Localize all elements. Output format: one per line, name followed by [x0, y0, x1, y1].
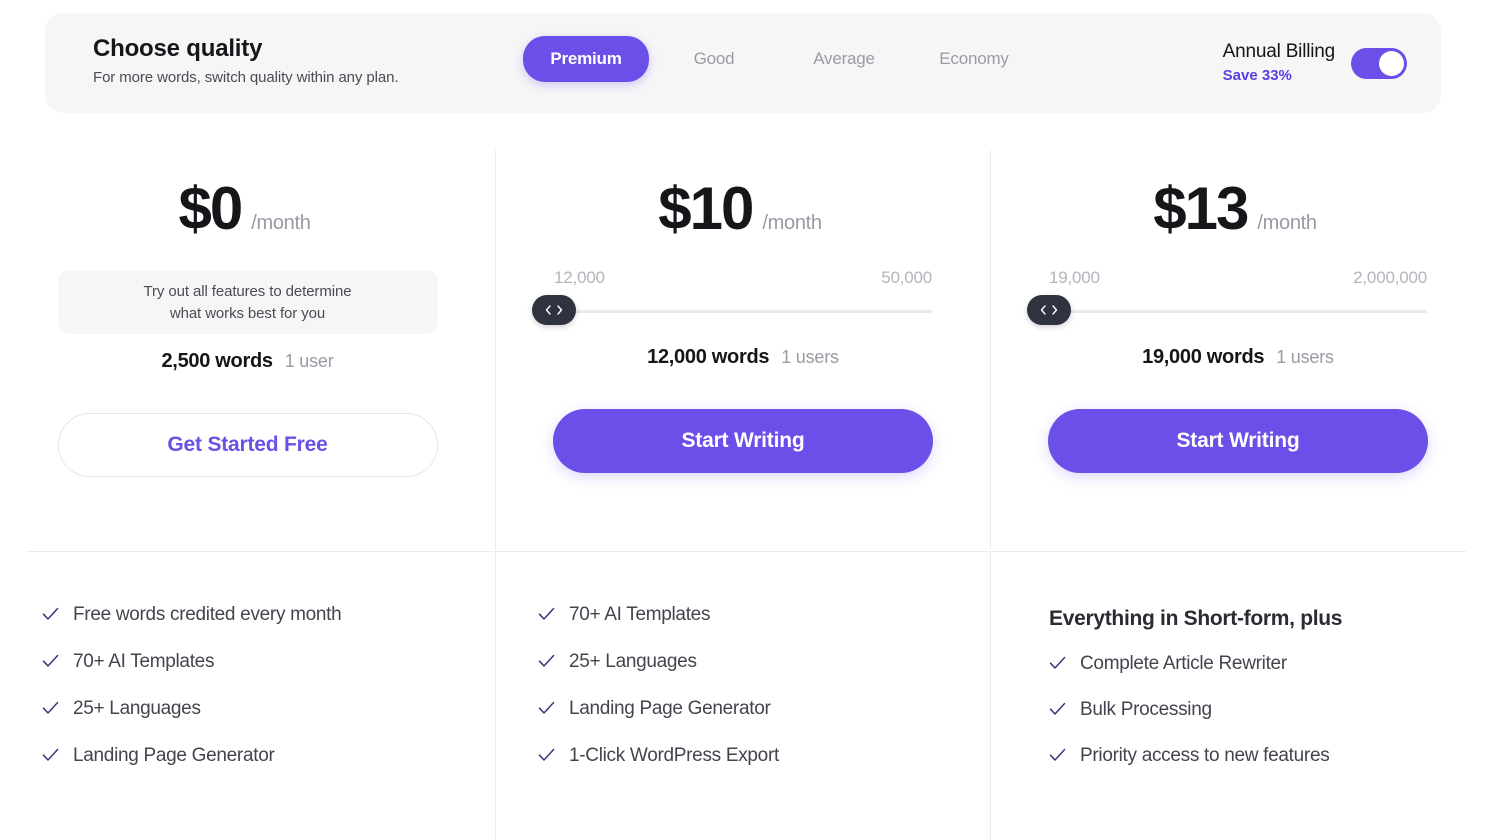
- slider-handle[interactable]: [532, 295, 576, 325]
- check-icon: [1049, 745, 1066, 765]
- feature-label: Free words credited every month: [73, 604, 342, 625]
- slider-max-label: 50,000: [881, 268, 932, 287]
- quality-tab-average[interactable]: Average: [779, 37, 909, 81]
- price-period: /month: [762, 212, 822, 234]
- slider-min-label: 12,000: [554, 268, 605, 287]
- quality-tab-premium[interactable]: Premium: [523, 36, 649, 82]
- usage-words: 12,000 words: [647, 346, 770, 368]
- quality-title: Choose quality: [93, 35, 263, 62]
- list-item: Complete Article Rewriter: [1049, 653, 1467, 674]
- free-plan-info-text: Try out all features to determine what w…: [144, 281, 352, 325]
- toggle-knob: [1379, 50, 1404, 76]
- plan-columns-top: $0 /month Try out all features to determ…: [0, 150, 1486, 550]
- price-amount: $10: [658, 175, 754, 242]
- plan-column-short-form: $10 /month 12,000 50,000 12,000 words 1 …: [495, 150, 990, 550]
- usage-words: 2,500 words: [161, 350, 273, 372]
- features-column-short-form: 70+ AI Templates 25+ Languages Landing P…: [495, 552, 990, 840]
- price-period: /month: [251, 212, 311, 234]
- feature-label: 1-Click WordPress Export: [569, 745, 779, 766]
- list-item: Free words credited every month: [42, 604, 477, 625]
- list-item: 25+ Languages: [538, 651, 972, 672]
- feature-label: Bulk Processing: [1080, 699, 1212, 720]
- pricing-page: Choose quality For more words, switch qu…: [0, 0, 1486, 840]
- list-item: Bulk Processing: [1049, 699, 1467, 720]
- quality-tab-good[interactable]: Good: [649, 37, 779, 81]
- slider-range-labels: 12,000 50,000: [554, 268, 932, 288]
- feature-label: 70+ AI Templates: [73, 651, 215, 672]
- annual-billing-toggle[interactable]: [1351, 47, 1407, 79]
- slider-track[interactable]: [1049, 310, 1427, 313]
- annual-billing-block: Annual Billing Save 33%: [1223, 40, 1407, 86]
- plan-column-long-form: $13 /month 19,000 2,000,000 19,000 words: [990, 150, 1485, 550]
- list-item: 25+ Languages: [42, 698, 477, 719]
- price-row: $0 /month: [10, 178, 479, 240]
- quality-tab-group: Premium Good Average Economy: [523, 36, 1039, 82]
- price-amount: $13: [1153, 175, 1249, 242]
- quality-subtitle: For more words, switch quality within an…: [93, 69, 399, 86]
- free-plan-info-line2: what works best for you: [169, 304, 326, 322]
- get-started-free-button[interactable]: Get Started Free: [57, 413, 438, 477]
- check-icon: [1049, 699, 1066, 719]
- quality-intro: Choose quality For more words, switch qu…: [93, 34, 523, 89]
- price-row: $13 /month: [1001, 178, 1469, 240]
- check-icon: [42, 745, 59, 765]
- feature-label: 70+ AI Templates: [569, 604, 711, 625]
- annual-billing-label: Annual Billing: [1222, 41, 1336, 62]
- list-item: 70+ AI Templates: [538, 604, 972, 625]
- features-column-long-form: Everything in Short-form, plus Complete …: [990, 552, 1485, 840]
- check-icon: [42, 651, 59, 671]
- free-plan-info-box: Try out all features to determine what w…: [57, 271, 438, 334]
- features-column-free: Free words credited every month 70+ AI T…: [0, 552, 495, 840]
- feature-label: Priority access to new features: [1080, 745, 1330, 766]
- feature-label: Landing Page Generator: [569, 698, 771, 719]
- words-slider[interactable]: 19,000 2,000,000: [1027, 268, 1427, 330]
- plan-column-free: $0 /month Try out all features to determ…: [0, 150, 495, 550]
- list-item: Landing Page Generator: [538, 698, 972, 719]
- annual-billing-save-badge: Save 33%: [1222, 67, 1292, 84]
- slider-max-label: 2,000,000: [1353, 268, 1427, 287]
- list-item: 70+ AI Templates: [42, 651, 477, 672]
- check-icon: [538, 604, 555, 624]
- quality-tab-economy[interactable]: Economy: [909, 37, 1039, 81]
- usage-users: 1 users: [781, 347, 839, 367]
- left-right-arrows-icon: [545, 305, 563, 315]
- annual-billing-text: Annual Billing Save 33%: [1222, 40, 1336, 86]
- start-writing-button-long-form[interactable]: Start Writing: [1048, 409, 1428, 473]
- features-heading: Everything in Short-form, plus: [1049, 607, 1343, 630]
- slider-range-labels: 19,000 2,000,000: [1049, 268, 1427, 288]
- words-slider[interactable]: 12,000 50,000: [532, 268, 932, 330]
- price-row: $10 /month: [506, 178, 974, 240]
- price-period: /month: [1257, 212, 1317, 234]
- check-icon: [42, 698, 59, 718]
- usage-words: 19,000 words: [1142, 346, 1265, 368]
- check-icon: [42, 604, 59, 624]
- free-plan-info-line1: Try out all features to determine: [143, 282, 352, 300]
- slider-track[interactable]: [554, 310, 932, 313]
- quality-selector-bar: Choose quality For more words, switch qu…: [45, 13, 1441, 113]
- usage-users: 1 user: [284, 351, 334, 371]
- feature-label: 25+ Languages: [73, 698, 201, 719]
- usage-row: 19,000 words 1 users: [1007, 346, 1469, 369]
- price-amount: $0: [178, 175, 243, 242]
- plan-columns-features: Free words credited every month 70+ AI T…: [0, 552, 1486, 840]
- list-item: Priority access to new features: [1049, 745, 1467, 766]
- usage-users: 1 users: [1276, 347, 1334, 367]
- list-item: Landing Page Generator: [42, 745, 477, 766]
- feature-label: Landing Page Generator: [73, 745, 275, 766]
- check-icon: [1049, 653, 1066, 673]
- feature-label: 25+ Languages: [569, 651, 697, 672]
- check-icon: [538, 651, 555, 671]
- left-right-arrows-icon: [1040, 305, 1058, 315]
- check-icon: [538, 698, 555, 718]
- usage-row: 2,500 words 1 user: [16, 350, 479, 373]
- usage-row: 12,000 words 1 users: [512, 346, 974, 369]
- start-writing-button-short-form[interactable]: Start Writing: [553, 409, 933, 473]
- feature-label: Complete Article Rewriter: [1080, 653, 1287, 674]
- slider-handle[interactable]: [1027, 295, 1071, 325]
- check-icon: [538, 745, 555, 765]
- list-item: 1-Click WordPress Export: [538, 745, 972, 766]
- slider-min-label: 19,000: [1049, 268, 1100, 287]
